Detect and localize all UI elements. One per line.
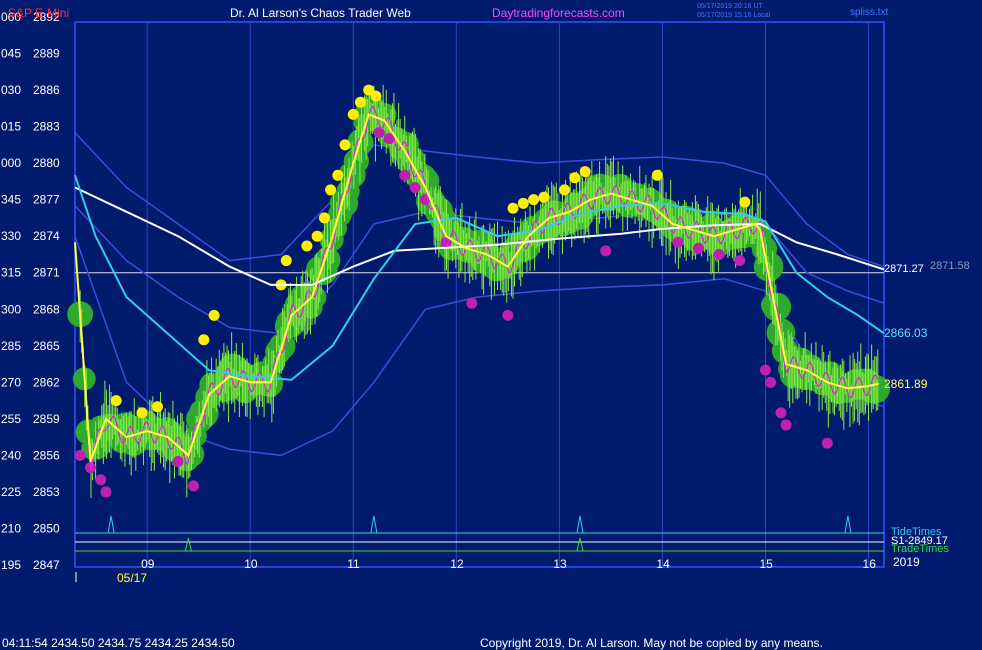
yellow-dot <box>136 407 148 419</box>
y-angle-label: 015 <box>1 120 21 134</box>
y-angle-label: 000 <box>1 156 21 170</box>
magenta-dot <box>821 437 833 449</box>
yellow-dot <box>110 395 122 407</box>
x-tick-label: 12 <box>450 557 464 571</box>
y-angle-label: 285 <box>1 339 21 353</box>
footer-copyright: Copyright 2019, Dr. Al Larson. May not b… <box>480 636 823 650</box>
label-price-last: 2861.89 <box>884 377 928 391</box>
yellow-dot <box>579 166 591 178</box>
magenta-dot <box>95 474 107 486</box>
yellow-dot <box>198 334 210 346</box>
y-price-label: 2883 <box>33 120 60 134</box>
yellow-dot <box>280 255 292 267</box>
x-tick-label: 13 <box>553 557 567 571</box>
yellow-dot <box>332 169 344 181</box>
yellow-dot <box>569 172 581 184</box>
yellow-dot <box>559 184 571 196</box>
trade-times-label: TradeTimes <box>891 543 949 555</box>
magenta-dot <box>734 255 746 267</box>
label-white-sma-ghost: 2871.58 <box>930 260 970 272</box>
yellow-dot <box>151 401 163 413</box>
yellow-dot <box>538 191 550 203</box>
y-price-label: 2877 <box>33 193 60 207</box>
label-white-sma: 2871.27 <box>884 263 924 275</box>
y-price-label: 2847 <box>33 558 60 572</box>
y-price-label: 2886 <box>33 83 60 97</box>
yellow-dot <box>347 108 359 120</box>
magenta-dot <box>188 480 200 492</box>
y-price-label: 2868 <box>33 302 60 316</box>
yellow-dot <box>651 169 663 181</box>
y-price-label: 2871 <box>33 266 60 280</box>
symbol-title: S&P E-Mini <box>8 6 69 20</box>
yellow-dot <box>208 309 220 321</box>
y-price-label: 2889 <box>33 47 60 61</box>
y-price-label: 2853 <box>33 485 60 499</box>
magenta-dot <box>713 248 725 260</box>
x-tick-label: 16 <box>863 557 877 571</box>
y-angle-label: 045 <box>1 47 21 61</box>
yellow-dot <box>325 184 337 196</box>
chart-canvas: 195 2847 210 2850 225 2853 240 2856 255 2859 270 28… <box>0 0 982 650</box>
magenta-dot <box>399 169 411 181</box>
magenta-dot <box>172 455 184 467</box>
y-angle-label: 240 <box>1 448 21 462</box>
y-angle-label: 315 <box>1 266 21 280</box>
magenta-dot <box>672 236 684 248</box>
yellow-dot <box>507 202 519 214</box>
y-angle-label: 195 <box>1 558 21 572</box>
yellow-dot <box>301 240 313 252</box>
y-price-label: 2874 <box>33 229 60 243</box>
yellow-dot <box>311 230 323 242</box>
yellow-dot <box>739 196 751 208</box>
y-angle-label: 300 <box>1 302 21 316</box>
timestamp-utc: 05/17/2019 20:16 UT <box>697 3 763 10</box>
date-label: 05/17 <box>117 571 147 585</box>
y-price-label: 2859 <box>33 412 60 426</box>
y-price-label: 2865 <box>33 339 60 353</box>
footer-quote: 04:11:54 2434.50 2434.75 2434.25 2434.50 <box>2 636 235 650</box>
timestamp-local: 05/17/2019 15:16 Local <box>697 12 771 19</box>
magenta-dot <box>74 449 86 461</box>
magenta-dot <box>409 181 421 193</box>
magenta-dot <box>765 376 777 388</box>
x-tick-label: 11 <box>347 557 360 571</box>
magenta-dot <box>100 486 112 498</box>
y-price-label: 2880 <box>33 156 60 170</box>
yellow-dot <box>318 212 330 224</box>
yellow-dot <box>528 194 540 206</box>
magenta-dot <box>600 245 612 257</box>
y-angle-label: 225 <box>1 485 21 499</box>
magenta-dot <box>373 127 385 139</box>
yellow-dot <box>517 197 529 209</box>
year-label: 2019 <box>893 555 920 569</box>
y-price-label: 2856 <box>33 448 60 462</box>
y-angle-label: 210 <box>1 521 21 535</box>
file-name: spliss.txt <box>850 7 889 18</box>
y-angle-label: 270 <box>1 375 21 389</box>
yellow-dot <box>339 139 351 151</box>
y-angle-label: 330 <box>1 229 21 243</box>
y-angle-label: 030 <box>1 83 21 97</box>
y-price-label: 2862 <box>33 375 60 389</box>
magenta-dot <box>759 364 771 376</box>
magenta-dot <box>502 309 514 321</box>
magenta-dot <box>780 419 792 431</box>
y-price-label: 2850 <box>33 521 60 535</box>
magenta-dot <box>692 242 704 254</box>
y-angle-label: 255 <box>1 412 21 426</box>
magenta-dot <box>775 407 787 419</box>
x-tick-label: 14 <box>656 557 670 571</box>
x-tick-label: 09 <box>141 557 155 571</box>
yellow-dot <box>370 90 382 102</box>
magenta-dot <box>466 297 478 309</box>
yellow-dot <box>354 96 366 108</box>
chart-title: Dr. Al Larson's Chaos Trader Web <box>230 6 411 20</box>
y-angle-label: 345 <box>1 193 21 207</box>
x-tick-label: 10 <box>244 557 258 571</box>
site-link[interactable]: Daytradingforecasts.com <box>492 6 625 20</box>
label-cyan-sma: 2866.03 <box>884 326 928 340</box>
x-tick-label: 15 <box>759 557 773 571</box>
